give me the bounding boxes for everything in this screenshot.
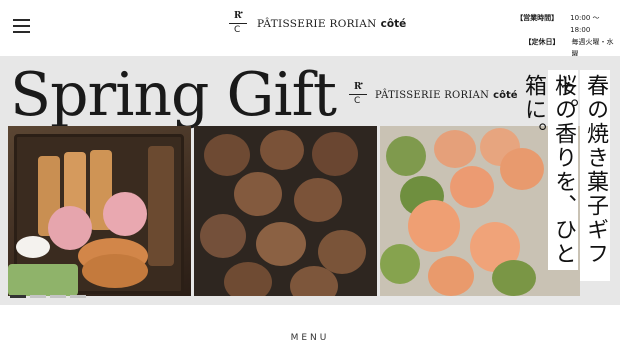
hours-value: 10:00 〜 18:00 xyxy=(570,14,600,34)
hours-label: 【営業時間】 xyxy=(516,14,559,22)
site-header: R • C PÂTISSERIE RORIAN côté 【営業時間】 10:0… xyxy=(0,0,620,58)
slide-dot-4[interactable] xyxy=(70,295,86,298)
slide-dot-3[interactable] xyxy=(50,295,66,298)
menu-section-title: MENU xyxy=(290,333,330,343)
logo-mark-icon: R • C xyxy=(349,81,367,108)
gift-box-photo xyxy=(8,126,191,296)
hero-copy-line-1: 春の焼き菓子ギフト。 xyxy=(553,70,610,281)
slider-pagination xyxy=(10,295,90,298)
hero-slider[interactable]: Spring Gift R • C PÂTISSERIE RORIAN côté xyxy=(0,56,620,305)
brand-suffix: côté xyxy=(380,18,407,30)
logo-mark-icon: R • C xyxy=(229,10,247,37)
hamburger-menu-icon[interactable] xyxy=(13,19,30,33)
hours-row: 【営業時間】 10:00 〜 18:00 xyxy=(510,12,620,36)
hero-brand-name: PÂTISSERIE RORIAN xyxy=(375,89,490,101)
chocolate-cookies-photo xyxy=(194,126,377,296)
slide-dot-2[interactable] xyxy=(30,295,46,298)
hero-title: Spring Gift xyxy=(10,60,337,130)
hero-brand-logo: R • C PÂTISSERIE RORIAN côté xyxy=(349,81,518,108)
hero-brand-suffix: côté xyxy=(493,89,518,101)
brand-logo[interactable]: R • C PÂTISSERIE RORIAN côté xyxy=(229,10,406,38)
slide-dot-1[interactable] xyxy=(10,295,26,298)
store-hours: 【営業時間】 10:00 〜 18:00 【定休日】 毎週火曜・水曜 xyxy=(510,12,620,60)
brand-name: PÂTISSERIE RORIAN xyxy=(257,18,377,30)
